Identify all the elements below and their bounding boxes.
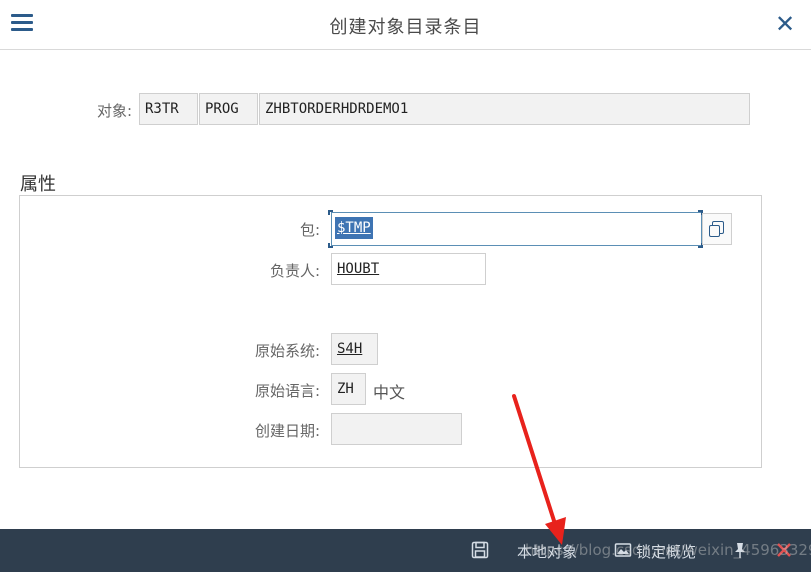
close-icon[interactable]: ✕: [775, 12, 795, 36]
original-system-field: S4H: [331, 333, 378, 365]
footer-toolbar: 本地对象 锁定概览 https://blog.csdn.net/weixin_4…: [0, 529, 811, 572]
object-name-field: ZHBTORDERHDRDEMO1: [259, 93, 750, 125]
created-on-label: 创建日期:: [254, 422, 320, 440]
value-help-button[interactable]: [702, 213, 732, 245]
title-bar: 创建对象目录条目 ✕: [0, 0, 811, 50]
original-system-label: 原始系统:: [254, 342, 320, 360]
package-label: 包:: [299, 221, 320, 239]
focus-corner: [328, 243, 333, 248]
local-object-button[interactable]: 本地对象: [517, 541, 577, 562]
owner-input[interactable]: HOUBT: [331, 253, 486, 285]
original-language-text: 中文: [373, 383, 406, 402]
package-value: $TMP: [335, 217, 373, 239]
pin-icon[interactable]: [731, 541, 749, 559]
attributes-section-title: 属性: [20, 174, 56, 195]
lock-overview-button[interactable]: 锁定概览: [636, 541, 696, 562]
object-pgmid-field: R3TR: [139, 93, 198, 125]
focus-corner: [328, 210, 333, 215]
object-type-field: PROG: [199, 93, 258, 125]
created-on-field: [331, 413, 462, 445]
image-icon: [614, 543, 632, 557]
original-language-field: ZH: [331, 373, 366, 405]
owner-label: 负责人:: [269, 262, 320, 280]
dialog-title: 创建对象目录条目: [329, 17, 482, 38]
package-input[interactable]: $TMP: [331, 212, 702, 246]
save-icon[interactable]: [471, 541, 489, 559]
cancel-icon[interactable]: [775, 541, 793, 559]
original-language-label: 原始语言:: [254, 382, 320, 400]
object-label: 对象:: [96, 102, 132, 120]
